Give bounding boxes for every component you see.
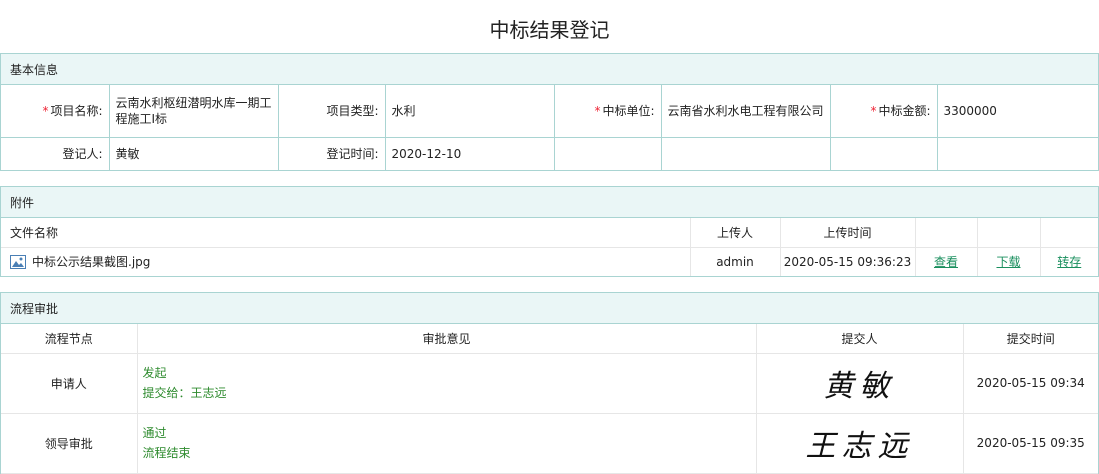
col-submitter: 提交人 (756, 324, 964, 354)
transfer-link[interactable]: 转存 (1057, 255, 1081, 269)
registrant-value: 黄敏 (109, 137, 279, 171)
file-name-cell: 中标公示结果截图.jpg (1, 247, 691, 277)
project-name-value: 云南水利枢纽潜明水库一期工程施工I标 (109, 85, 279, 138)
flow-section: 流程审批 流程节点 审批意见 提交人 提交时间 申请人 发起 提交给：王志远 黄敏… (0, 292, 1099, 474)
flow-opinion: 通过 流程结束 (137, 413, 757, 474)
flow-table: 流程节点 审批意见 提交人 提交时间 申请人 发起 提交给：王志远 黄敏 2020… (1, 324, 1098, 474)
empty-cell (554, 137, 662, 171)
flow-row: 申请人 发起 提交给：王志远 黄敏 2020-05-15 09:34 (1, 353, 1098, 414)
file-name[interactable]: 中标公示结果截图.jpg (32, 255, 150, 269)
project-type-value: 水利 (385, 85, 555, 138)
col-upload-time: 上传时间 (780, 218, 916, 248)
winner-value: 云南省水利水电工程有限公司 (661, 85, 831, 138)
flow-row: 领导审批 通过 流程结束 王志远 2020-05-15 09:35 (1, 413, 1098, 474)
empty-cell (661, 137, 831, 171)
reg-time-value: 2020-12-10 (385, 137, 555, 171)
signature-image: 黄敏 (756, 353, 964, 414)
attachments-table: 文件名称 上传人 上传时间 中标公示结果截图.jpg admin 2020-05… (1, 218, 1098, 277)
empty-cell (937, 137, 1098, 171)
basic-info-section: 基本信息 * 项目名称: 云南水利枢纽潜明水库一期工程施工I标 项目类型: 水利 … (0, 53, 1099, 171)
flow-time: 2020-05-15 09:34 (963, 353, 1098, 414)
col-file-name: 文件名称 (1, 218, 691, 248)
empty-cell (1040, 218, 1098, 248)
empty-cell (977, 218, 1041, 248)
flow-time: 2020-05-15 09:35 (963, 413, 1098, 474)
download-link[interactable]: 下载 (996, 255, 1020, 269)
page-title: 中标结果登记 (489, 18, 610, 42)
basic-info-header: 基本信息 (1, 53, 1098, 85)
attachments-header: 附件 (1, 186, 1098, 218)
registrant-label: 登记人: (1, 137, 110, 171)
uploader: admin (690, 247, 781, 277)
col-node: 流程节点 (1, 324, 138, 354)
upload-time: 2020-05-15 09:36:23 (780, 247, 916, 277)
empty-cell (915, 218, 978, 248)
reg-time-label: 登记时间: (278, 137, 386, 171)
flow-header: 流程审批 (1, 292, 1098, 324)
image-file-icon (10, 254, 26, 270)
basic-info-table: * 项目名称: 云南水利枢纽潜明水库一期工程施工I标 项目类型: 水利 * 中标单位… (1, 85, 1098, 171)
view-link[interactable]: 查看 (934, 255, 958, 269)
col-uploader: 上传人 (690, 218, 781, 248)
amount-value: 3300000 (937, 85, 1098, 138)
empty-cell (830, 137, 938, 171)
winner-label: * 中标单位: (554, 85, 662, 138)
amount-label: * 中标金额: (830, 85, 938, 138)
project-type-label: 项目类型: (278, 85, 386, 138)
project-name-label: * 项目名称: (1, 85, 110, 138)
flow-node: 申请人 (1, 353, 138, 414)
flow-node: 领导审批 (1, 413, 138, 474)
attachment-row: 中标公示结果截图.jpg admin 2020-05-15 09:36:23 查… (1, 247, 1098, 277)
signature-image: 王志远 (756, 413, 964, 474)
flow-opinion: 发起 提交给：王志远 (137, 353, 757, 414)
col-submit-time: 提交时间 (963, 324, 1098, 354)
col-opinion: 审批意见 (137, 324, 757, 354)
attachments-section: 附件 文件名称 上传人 上传时间 中标公示结果截图.jpg admin 2020… (0, 186, 1099, 277)
